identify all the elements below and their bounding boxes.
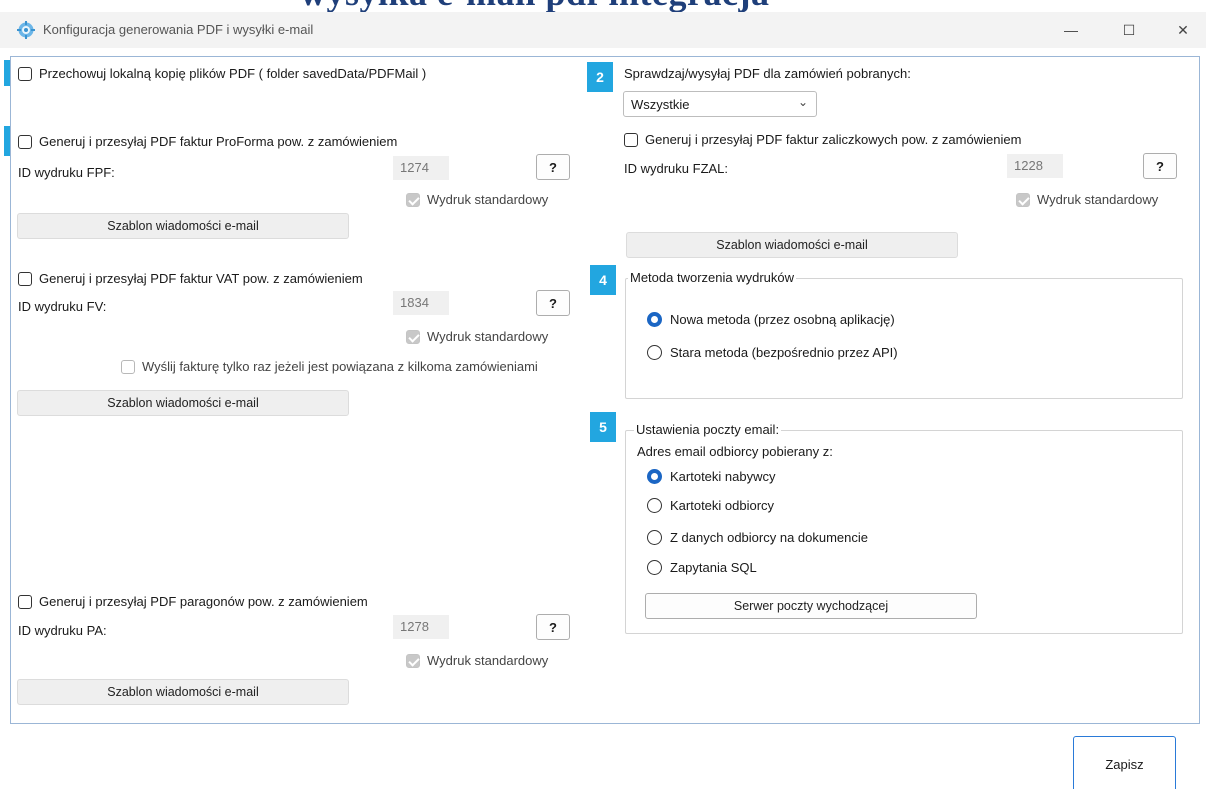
fv-help-button[interactable]: ? [536,290,570,316]
checkbox-box [406,653,420,668]
title-bar: Konfiguracja generowania PDF i wysyłki e… [0,12,1206,48]
pa-help-button[interactable]: ? [536,614,570,640]
radio-dot[interactable] [647,345,662,360]
fpf-template-button[interactable]: Szablon wiadomości e-mail [17,213,349,239]
fv-standard-label: Wydruk standardowy [427,329,549,344]
method-new-radio[interactable]: Nowa metoda (przez osobną aplikację) [647,312,895,327]
fv-id-input[interactable]: 1834 [393,291,449,315]
orders-label: Sprawdzaj/wysyłaj PDF dla zamówień pobra… [624,66,911,81]
method-legend: Metoda tworzenia wydruków [628,270,797,285]
checkbox-box[interactable] [18,134,32,149]
close-button[interactable]: ✕ [1160,12,1206,48]
receipt-label: Generuj i przesyłaj PDF paragonów pow. z… [39,594,368,609]
send-once-checkbox: Wyślij fakturę tylko raz jeżeli jest pow… [121,359,538,374]
method-new-label: Nowa metoda (przez osobną aplikację) [670,312,895,327]
fpf-standard-label: Wydruk standardowy [427,192,549,207]
fzal-id-label: ID wydruku FZAL: [624,161,729,176]
orders-select-value: Wszystkie [631,97,690,112]
smtp-server-button[interactable]: Serwer poczty wychodzącej [645,593,977,619]
chevron-down-icon: ⌄ [797,95,808,109]
pa-template-button[interactable]: Szablon wiadomości e-mail [17,679,349,705]
fzal-standard-checkbox: Wydruk standardowy [1016,192,1158,207]
radio-dot[interactable] [647,312,662,327]
app-gear-icon [17,21,35,39]
checkbox-box [406,192,420,207]
mail-source-label: Adres email odbiorcy pobierany z: [637,444,833,459]
checkbox-box [121,359,135,374]
vat-checkbox[interactable]: Generuj i przesyłaj PDF faktur VAT pow. … [18,271,363,286]
fzal-id-input[interactable]: 1228 [1007,154,1063,178]
mail-document-radio[interactable]: Z danych odbiorcy na dokumencie [647,530,868,545]
checkbox-box[interactable] [624,132,638,147]
fpf-id-input[interactable]: 1274 [393,156,449,180]
fpf-help-button[interactable]: ? [536,154,570,180]
mail-legend: Ustawienia poczty email: [634,422,782,437]
pa-id-label: ID wydruku PA: [18,623,107,638]
mail-document-label: Z danych odbiorcy na dokumencie [670,530,869,545]
proforma-checkbox[interactable]: Generuj i przesyłaj PDF faktur ProForma … [18,134,397,149]
mail-sql-radio[interactable]: Zapytania SQL [647,560,757,575]
fv-template-button[interactable]: Szablon wiadomości e-mail [17,390,349,416]
mail-buyer-radio[interactable]: Kartoteki nabywcy [647,469,776,484]
fpf-id-label: ID wydruku FPF: [18,165,115,180]
local-copy-checkbox[interactable]: Przechowuj lokalną kopię plików PDF ( fo… [18,66,426,81]
mail-recipient-radio[interactable]: Kartoteki odbiorcy [647,498,774,513]
radio-dot[interactable] [647,498,662,513]
send-once-label: Wyślij fakturę tylko raz jeżeli jest pow… [142,359,538,374]
method-old-label: Stara metoda (bezpośrednio przez API) [670,345,898,360]
orders-select[interactable]: Wszystkie ⌄ [623,91,817,117]
checkbox-box [1016,192,1030,207]
method-group: Metoda tworzenia wydruków [625,270,1183,399]
radio-dot[interactable] [647,469,662,484]
local-copy-label: Przechowuj lokalną kopię plików PDF ( fo… [39,66,427,81]
badge-2: 2 [587,62,613,92]
vat-label: Generuj i przesyłaj PDF faktur VAT pow. … [39,271,363,286]
proforma-label: Generuj i przesyłaj PDF faktur ProForma … [39,134,398,149]
checkbox-box[interactable] [18,271,32,286]
advance-label: Generuj i przesyłaj PDF faktur zaliczkow… [645,132,1022,147]
fv-standard-checkbox: Wydruk standardowy [406,329,548,344]
advance-checkbox[interactable]: Generuj i przesyłaj PDF faktur zaliczkow… [624,132,1021,147]
pa-standard-checkbox: Wydruk standardowy [406,653,548,668]
badge-5: 5 [590,412,616,442]
checkbox-box[interactable] [18,594,32,609]
pa-id-input[interactable]: 1278 [393,615,449,639]
checkbox-box [406,329,420,344]
radio-dot[interactable] [647,560,662,575]
pa-standard-label: Wydruk standardowy [427,653,549,668]
fzal-template-button[interactable]: Szablon wiadomości e-mail [626,232,958,258]
receipt-checkbox[interactable]: Generuj i przesyłaj PDF paragonów pow. z… [18,594,368,609]
mail-recipient-label: Kartoteki odbiorcy [670,498,775,513]
fv-id-label: ID wydruku FV: [18,299,107,314]
mail-buyer-label: Kartoteki nabywcy [670,469,776,484]
mail-sql-label: Zapytania SQL [670,560,757,575]
maximize-button[interactable]: ☐ [1106,12,1152,48]
fzal-help-button[interactable]: ? [1143,153,1177,179]
save-button[interactable]: Zapisz [1073,736,1176,789]
window-title: Konfiguracja generowania PDF i wysyłki e… [43,22,314,37]
minimize-button[interactable]: — [1048,12,1094,48]
fpf-standard-checkbox: Wydruk standardowy [406,192,548,207]
radio-dot[interactable] [647,530,662,545]
badge-4: 4 [590,265,616,295]
fzal-standard-label: Wydruk standardowy [1037,192,1159,207]
checkbox-box[interactable] [18,66,32,81]
method-old-radio[interactable]: Stara metoda (bezpośrednio przez API) [647,345,898,360]
